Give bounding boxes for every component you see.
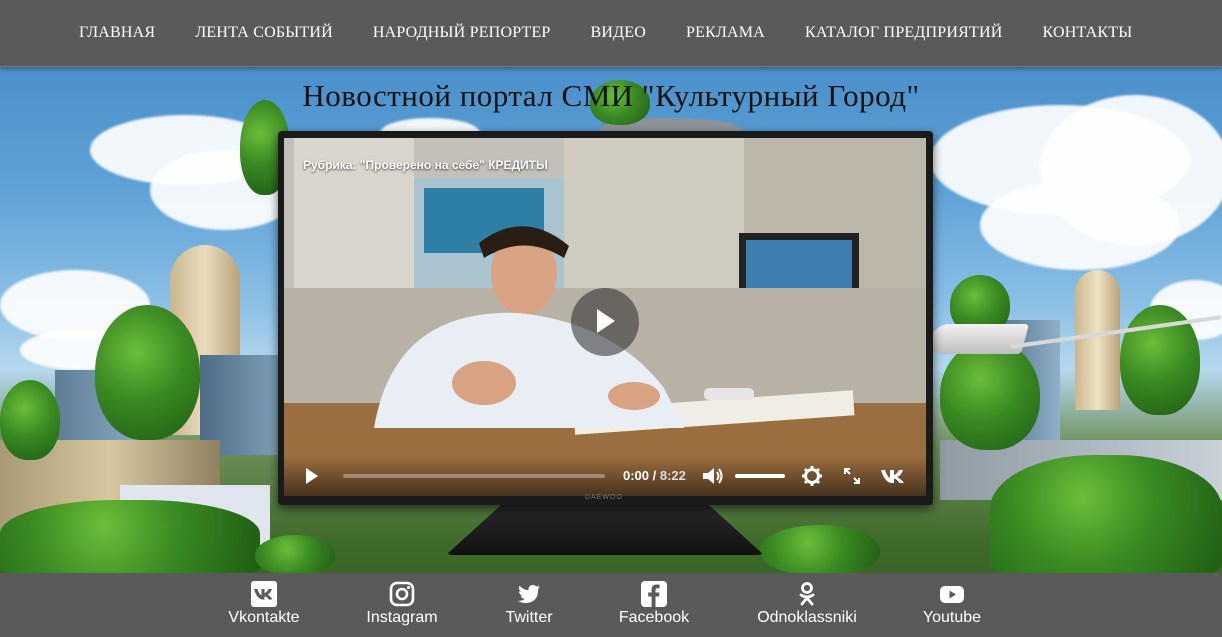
social-label: Youtube xyxy=(922,609,982,626)
social-label: Twitter xyxy=(505,609,553,626)
nav-item-contacts[interactable]: КОНТАКТЫ xyxy=(1042,24,1132,42)
twitter-icon xyxy=(518,585,540,603)
tv-frame: Рубрика: "Проверено на себе" КРЕДИТЫ 0:0… xyxy=(278,131,933,505)
nav-item-business-catalog[interactable]: КАТАЛОГ ПРЕДПРИЯТИЙ xyxy=(805,24,1003,42)
video-time: 0:00 / 8:22 xyxy=(623,468,686,483)
odnoklassniki-icon xyxy=(799,582,815,606)
video-player[interactable]: Рубрика: "Проверено на себе" КРЕДИТЫ 0:0… xyxy=(284,138,926,496)
top-navigation: ГЛАВНАЯ ЛЕНТА СОБЫТИЙ НАРОДНЫЙ РЕПОРТЕР … xyxy=(0,0,1222,67)
settings-icon xyxy=(802,466,822,486)
duration: 8:22 xyxy=(659,468,686,483)
tv-brand-label: DAEWOO xyxy=(585,494,623,501)
nav-item-video[interactable]: ВИДЕО xyxy=(591,24,646,42)
vk-logo-button[interactable] xyxy=(880,468,908,489)
page-title: Новостной портал СМИ "Культурный Город" xyxy=(302,78,920,113)
play-overlay-button[interactable] xyxy=(571,288,639,356)
time-separator: / xyxy=(649,468,660,483)
nav-item-events-feed[interactable]: ЛЕНТА СОБЫТИЙ xyxy=(195,24,333,42)
nav-item-home[interactable]: ГЛАВНАЯ xyxy=(79,24,155,42)
current-time: 0:00 xyxy=(623,468,650,483)
social-link-instagram[interactable]: Instagram xyxy=(362,573,442,637)
video-caption: Рубрика: "Проверено на себе" КРЕДИТЫ xyxy=(303,158,548,172)
youtube-icon xyxy=(940,586,964,603)
volume-button[interactable] xyxy=(702,466,724,491)
vk-icon xyxy=(251,581,277,607)
nav-item-advertising[interactable]: РЕКЛАМА xyxy=(686,24,765,42)
vk-icon xyxy=(881,470,904,483)
play-icon xyxy=(306,468,318,484)
facebook-icon xyxy=(641,581,667,607)
fullscreen-icon xyxy=(844,468,860,484)
nav-item-citizen-reporter[interactable]: НАРОДНЫЙ РЕПОРТЕР xyxy=(373,24,551,42)
social-label: Instagram xyxy=(366,609,438,626)
settings-button[interactable] xyxy=(802,466,822,491)
play-button[interactable] xyxy=(304,467,320,490)
social-footer: Vkontakte Instagram Twitter Facebook Odn… xyxy=(0,573,1222,637)
nav-menu: ГЛАВНАЯ ЛЕНТА СОБЫТИЙ НАРОДНЫЙ РЕПОРТЕР … xyxy=(79,0,1132,66)
volume-icon xyxy=(703,468,723,484)
video-progress-bar[interactable] xyxy=(343,474,605,478)
social-label: Vkontakte xyxy=(228,609,300,626)
social-link-facebook[interactable]: Facebook xyxy=(614,573,694,637)
fullscreen-button[interactable] xyxy=(844,468,860,489)
social-link-youtube[interactable]: Youtube xyxy=(918,573,986,637)
instagram-icon xyxy=(389,581,415,607)
social-label: Facebook xyxy=(618,609,690,626)
play-icon xyxy=(597,309,615,333)
social-link-vkontakte[interactable]: Vkontakte xyxy=(224,573,304,637)
social-label: Odnoklassniki xyxy=(757,609,857,626)
social-link-odnoklassniki[interactable]: Odnoklassniki xyxy=(752,573,862,637)
social-link-twitter[interactable]: Twitter xyxy=(497,573,561,637)
volume-slider[interactable] xyxy=(735,474,785,478)
